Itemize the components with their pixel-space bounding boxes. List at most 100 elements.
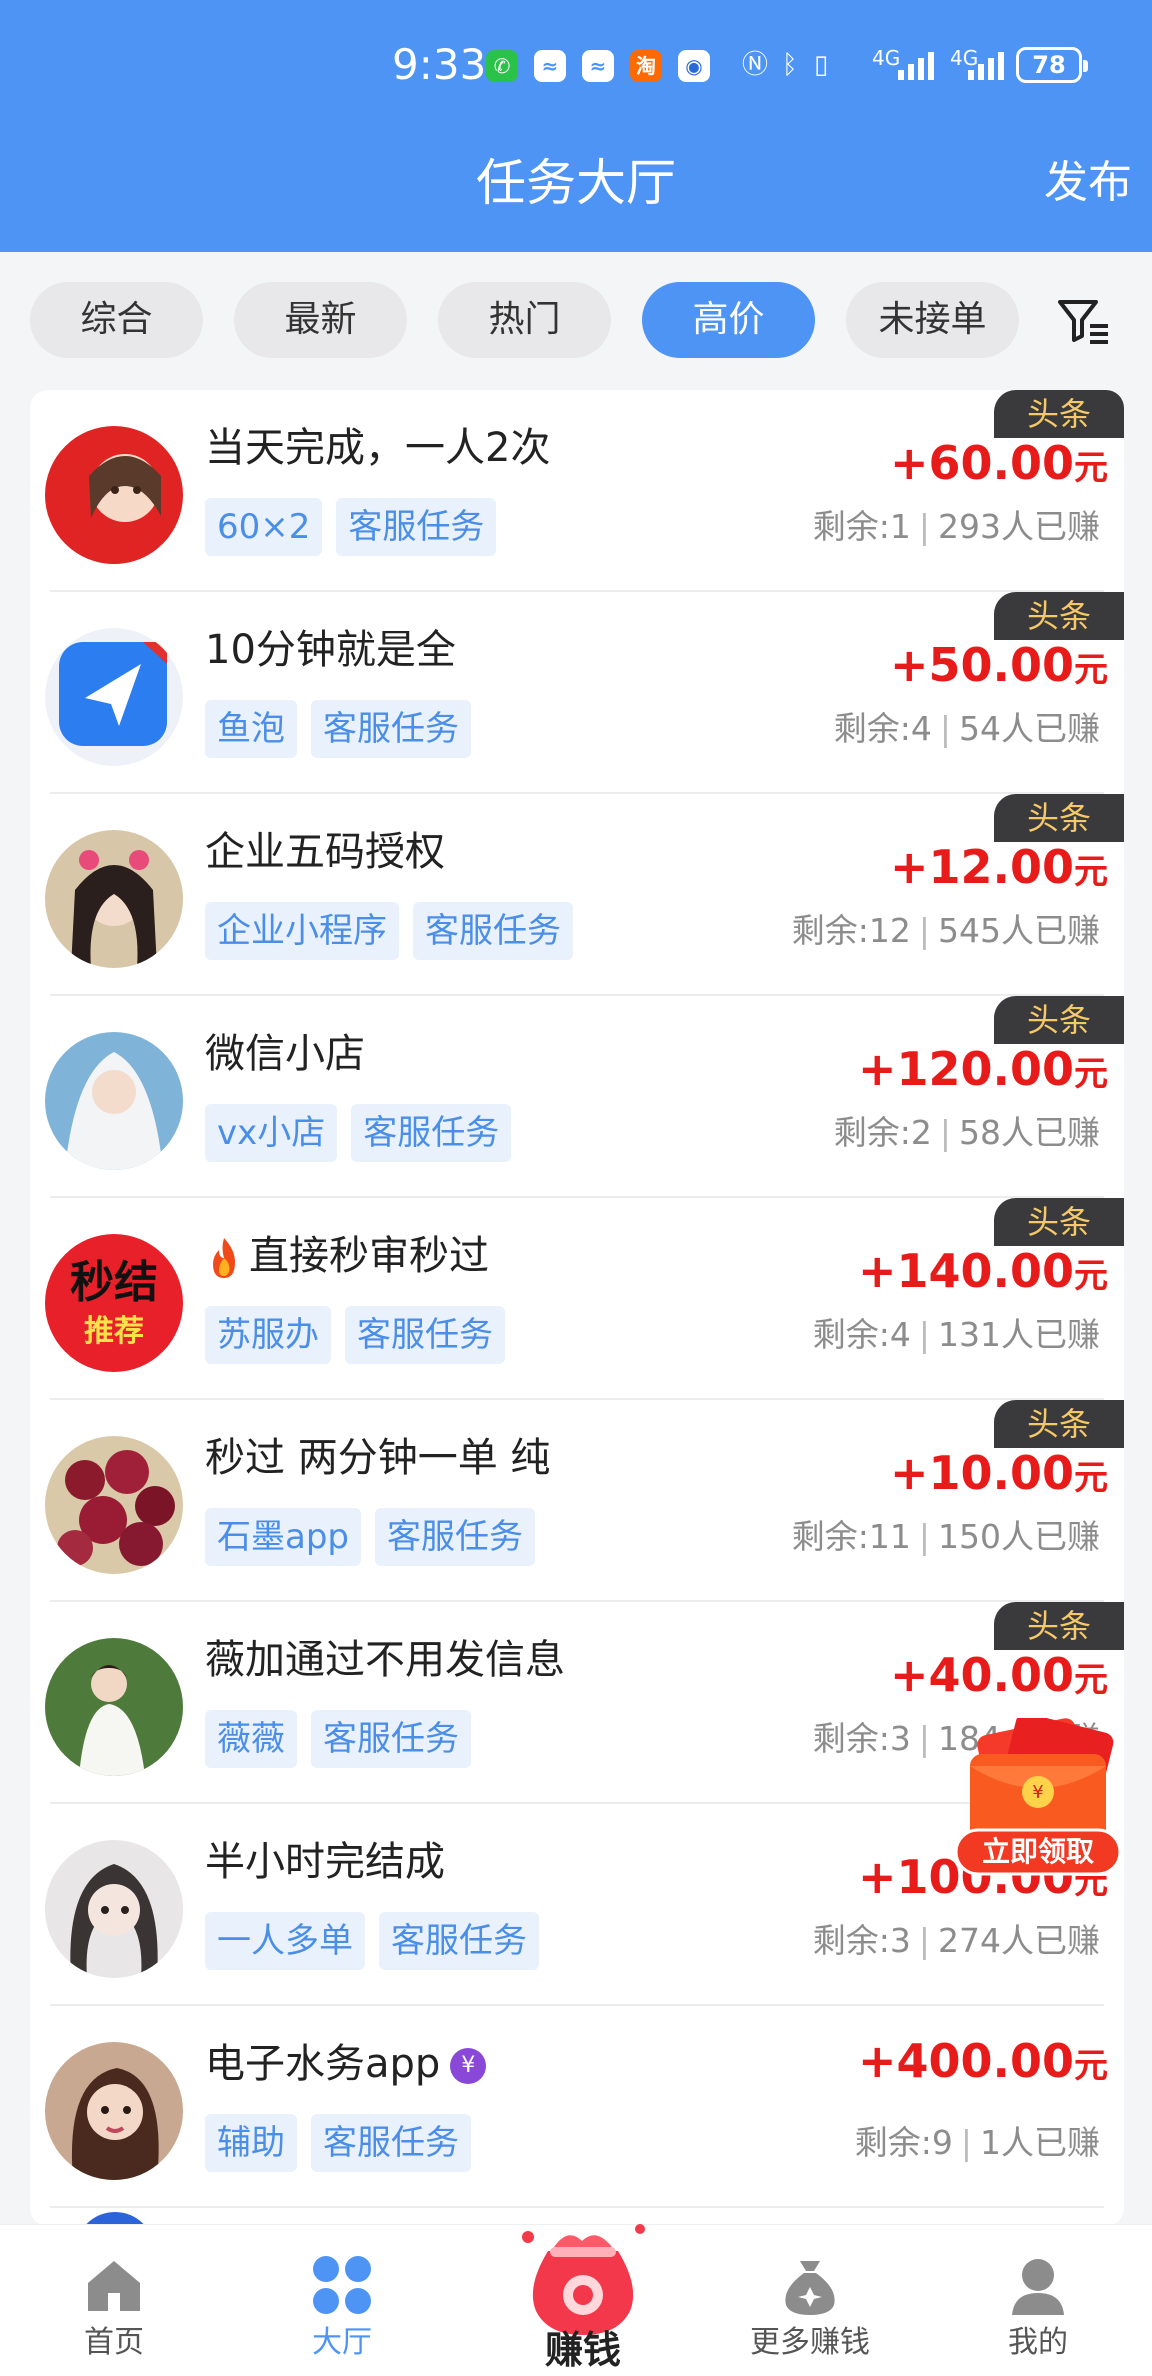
avatar	[45, 426, 183, 564]
nav-mine[interactable]: 我的	[938, 2225, 1138, 2376]
publish-button[interactable]: 发布	[1044, 152, 1132, 214]
bird-app-icon-2: ≈	[582, 50, 614, 82]
nav-mine-label: 我的	[1008, 2325, 1068, 2360]
task-title: 10分钟就是全	[205, 627, 456, 673]
avatar	[45, 1840, 183, 1978]
task-tag: 企业小程序	[205, 902, 399, 960]
task-tag: 一人多单	[205, 1912, 365, 1970]
tab-high-price[interactable]: 高价	[642, 282, 815, 358]
tab-comprehensive[interactable]: 综合	[30, 282, 203, 358]
task-meta: 剩余:11 | 150人已赚	[791, 1517, 1100, 1556]
task-meta: 剩余:9 | 1人已赚	[854, 2123, 1100, 2162]
nav-home-label: 首页	[84, 2325, 144, 2360]
avatar	[45, 628, 183, 766]
nav-more-earn-label: 更多赚钱	[750, 2325, 870, 2360]
browser-app-icon: ◉	[678, 50, 710, 82]
avatar	[45, 1032, 183, 1170]
money-bag-icon[interactable]: 赚钱	[508, 2207, 658, 2367]
headline-badge: 头条	[994, 1602, 1124, 1650]
task-tag: 辅助	[205, 2114, 297, 2172]
task-price: +140.00元	[857, 1244, 1108, 1298]
nav-more-earn[interactable]: 更多赚钱	[710, 2225, 910, 2376]
task-row[interactable]: 电子水务app ¥ 辅助 客服任务 +400.00元 剩余:9 | 1人已赚	[30, 2006, 1124, 2208]
vibrate-icon: ▯	[814, 50, 829, 80]
phone-app-icon: ✆	[486, 50, 518, 82]
bluetooth-icon: ᛒ	[782, 50, 798, 80]
task-price: +60.00元	[889, 436, 1108, 490]
avatar: 秒结 推荐	[45, 1234, 183, 1372]
task-tags: vx小店 客服任务	[205, 1104, 525, 1162]
nav-hall[interactable]: 大厅	[242, 2225, 442, 2376]
bottom-nav: 首页 大厅 赚钱 更多赚钱 我的	[0, 2224, 1152, 2376]
task-tags: 一人多单 客服任务	[205, 1912, 553, 1970]
task-row[interactable]: 微信小店 vx小店 客服任务 +120.00元 剩余:2 | 58人已赚 头条	[30, 996, 1124, 1198]
task-tag: 客服任务	[375, 1508, 535, 1566]
headline-badge: 头条	[994, 390, 1124, 438]
task-tag: 苏服办	[205, 1306, 331, 1364]
task-title: 当天完成，一人2次	[205, 425, 551, 471]
task-price: +40.00元	[889, 1648, 1108, 1702]
task-row[interactable]: 当天完成，一人2次 60×2 客服任务 +60.00元 剩余:1 | 293人已赚 头…	[30, 390, 1124, 592]
task-tag: 客服任务	[336, 498, 497, 556]
task-tag: 60×2	[205, 498, 323, 556]
task-tag: 客服任务	[345, 1306, 505, 1364]
task-tag: 客服任务	[351, 1104, 512, 1162]
headline-badge: 头条	[994, 1198, 1124, 1246]
red-packet-label: 立即领取	[982, 1835, 1094, 1868]
task-tag: vx小店	[205, 1104, 338, 1162]
nav-earn-label: 赚钱	[545, 2328, 621, 2367]
task-title: 秒过 两分钟一单 纯	[205, 1435, 551, 1481]
task-tag: 客服任务	[311, 2114, 471, 2172]
battery-icon: 78	[1016, 47, 1088, 83]
task-title: 直接秒审秒过	[205, 1228, 489, 1284]
nfc-icon: Ⓝ	[742, 50, 769, 80]
filter-icon[interactable]	[1054, 292, 1112, 350]
task-meta: 剩余:4 | 131人已赚	[812, 1315, 1100, 1354]
task-title: 电子水务app ¥	[205, 2036, 487, 2092]
task-title: 半小时完结成	[205, 1839, 445, 1885]
task-tags: 薇薇 客服任务	[205, 1710, 485, 1768]
task-tag: 石墨app	[205, 1508, 361, 1566]
task-meta: 剩余:1 | 293人已赚	[812, 507, 1100, 546]
nav-home[interactable]: 首页	[14, 2225, 214, 2376]
avatar	[45, 1638, 183, 1776]
signal-icon-2	[968, 52, 1004, 80]
task-row[interactable]: 秒过 两分钟一单 纯 石墨app 客服任务 +10.00元 剩余:11 | 150人已…	[30, 1400, 1124, 1602]
task-meta: 剩余:3 | 274人已赚	[812, 1921, 1100, 1960]
fire-icon	[213, 1238, 235, 1278]
task-price: +50.00元	[889, 638, 1108, 692]
task-price: +10.00元	[889, 1446, 1108, 1500]
page-title: 任务大厅	[476, 154, 676, 212]
task-meta: 剩余:12 | 545人已赚	[791, 911, 1100, 950]
task-title: 薇加通过不用发信息	[205, 1637, 565, 1683]
avatar	[45, 830, 183, 968]
tab-not-taken[interactable]: 未接单	[846, 282, 1019, 358]
user-icon	[1012, 2259, 1064, 2315]
task-row[interactable]: 秒结 推荐 直接秒审秒过 苏服办 客服任务 +140.00元 剩余:4 | 131人已…	[30, 1198, 1124, 1400]
task-tags: 苏服办 客服任务	[205, 1306, 519, 1364]
headline-badge: 头条	[994, 1400, 1124, 1448]
signal-icon	[898, 52, 934, 80]
tab-hot[interactable]: 热门	[438, 282, 611, 358]
tab-latest[interactable]: 最新	[234, 282, 407, 358]
task-tags: 60×2 客服任务	[205, 498, 510, 556]
filter-tabs: 综合 最新 热门 高价 未接单	[30, 282, 1130, 358]
avatar	[45, 1436, 183, 1574]
task-meta: 剩余:2 | 58人已赚	[833, 1113, 1100, 1152]
red-packet-float-icon[interactable]: ¥ 立即领取	[952, 1718, 1124, 1878]
task-tag: 客服任务	[413, 902, 573, 960]
taobao-app-icon: 淘	[630, 50, 662, 82]
headline-badge: 头条	[994, 794, 1124, 842]
task-price: +12.00元	[889, 840, 1108, 894]
headline-badge: 头条	[994, 592, 1124, 640]
task-tags: 企业小程序 客服任务	[205, 902, 587, 960]
avatar-text-recommend: 推荐	[84, 1314, 144, 1349]
task-price: +120.00元	[857, 1042, 1108, 1096]
task-tag: 薇薇	[205, 1710, 297, 1768]
task-row[interactable]: 10分钟就是全 鱼泡 客服任务 +50.00元 剩余:4 | 54人已赚 头条	[30, 592, 1124, 794]
task-row[interactable]: 企业五码授权 企业小程序 客服任务 +12.00元 剩余:12 | 545人已赚 头条	[30, 794, 1124, 996]
task-tag: 鱼泡	[205, 700, 297, 758]
task-tags: 辅助 客服任务	[205, 2114, 485, 2172]
grid-icon	[313, 2256, 371, 2314]
verified-icon: ¥	[450, 2048, 487, 2084]
